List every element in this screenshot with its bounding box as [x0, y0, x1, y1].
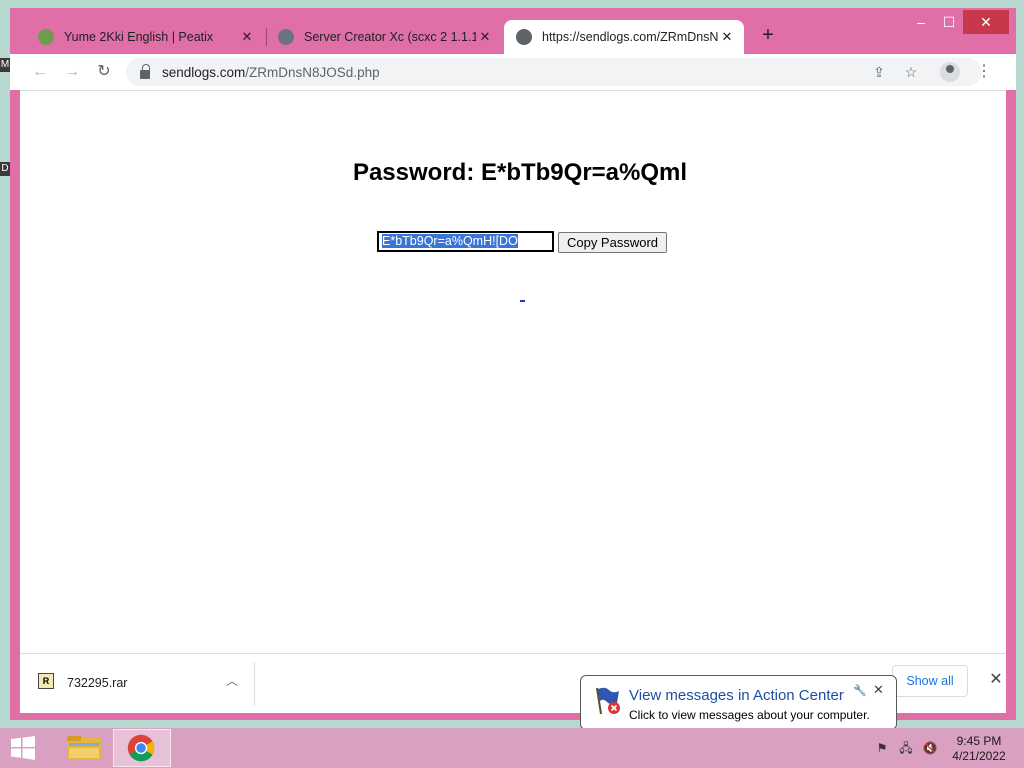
desktop-icon-edge: M [0, 58, 10, 72]
close-download-bar-icon[interactable]: ✕ [986, 670, 1006, 690]
minimize-button[interactable]: – [906, 10, 936, 34]
close-tab-icon[interactable]: ✕ [718, 29, 736, 45]
volume-muted-tray-icon[interactable]: 🔇 [922, 740, 938, 756]
balloon-title: View messages in Action Center [629, 687, 844, 704]
profile-avatar-icon[interactable] [940, 62, 960, 82]
close-balloon-icon[interactable]: ✕ [873, 682, 884, 698]
globe-icon [516, 29, 532, 45]
share-icon[interactable]: ⇪ [868, 61, 890, 83]
password-input-value: E*bTb9Qr=a%QmH![DO [382, 234, 518, 248]
clock-time: 9:45 PM [956, 734, 1002, 748]
download-file-name[interactable]: 732295.rar [67, 676, 127, 690]
bookmark-star-icon[interactable]: ☆ [900, 61, 922, 83]
lock-icon[interactable] [140, 63, 150, 79]
password-heading: Password: E*bTb9Qr=a%Qml [352, 159, 688, 186]
back-button[interactable]: ← [28, 60, 52, 84]
browser-menu-icon[interactable]: ⋮ [974, 60, 994, 84]
password-input[interactable]: E*bTb9Qr=a%QmH![DO [377, 231, 554, 252]
page-dot-mark [520, 300, 525, 302]
chrome-icon [127, 734, 155, 762]
tab-sendlogs[interactable]: https://sendlogs.com/ZRmDnsN8JOSd.php ✕ [504, 20, 744, 54]
windows-start-icon[interactable] [10, 736, 36, 760]
address-bar[interactable]: sendlogs.com/ZRmDnsN8JOSd.php ⇪ ☆ [126, 58, 982, 86]
close-tab-icon[interactable]: ✕ [476, 29, 494, 45]
copy-password-button[interactable]: Copy Password [558, 232, 667, 253]
address-url[interactable]: sendlogs.com/ZRmDnsN8JOSd.php [162, 65, 380, 80]
maximize-button[interactable]: ☐ [934, 10, 964, 34]
action-center-flag-icon [596, 687, 620, 715]
tab-strip: Yume 2Kki English | Peatix ✕ Server Crea… [10, 8, 1016, 54]
close-tab-icon[interactable]: ✕ [238, 29, 256, 45]
balloon-message: Click to view messages about your comput… [629, 708, 870, 722]
new-tab-button[interactable]: + [758, 25, 778, 46]
taskbar-clock[interactable]: 9:45 PM 4/21/2022 [948, 734, 1010, 764]
wrench-icon[interactable]: 🔧 [853, 684, 867, 697]
taskbar: ⚑ 🖧 🔇 9:45 PM 4/21/2022 [0, 728, 1024, 768]
action-center-balloon[interactable]: View messages in Action Center Click to … [580, 675, 897, 730]
chrome-taskbar-button[interactable] [113, 729, 171, 767]
action-center-flag-tray-icon[interactable]: ⚑ [874, 740, 890, 756]
tab-title: https://sendlogs.com/ZRmDnsN8JOSd.php [542, 30, 718, 44]
url-path: /ZRmDnsN8JOSd.php [245, 64, 380, 80]
peatix-favicon-icon [38, 29, 54, 45]
tab-title: Yume 2Kki English | Peatix [64, 30, 214, 44]
close-window-button[interactable]: ✕ [963, 10, 1009, 34]
browser-toolbar: ← → ↻ sendlogs.com/ZRmDnsN8JOSd.php ⇪ ☆ … [10, 54, 1016, 90]
folder-icon [67, 736, 101, 760]
globe-icon [278, 29, 294, 45]
url-domain: sendlogs.com [162, 64, 246, 80]
page-content: Password: E*bTb9Qr=a%Qml E*bTb9Qr=a%QmH!… [20, 90, 1006, 653]
file-explorer-taskbar-button[interactable] [56, 729, 114, 767]
reload-button[interactable]: ↻ [92, 60, 116, 84]
tab-yume-2kki[interactable]: Yume 2Kki English | Peatix ✕ [26, 20, 264, 54]
tab-server-creator[interactable]: Server Creator Xc (scxc 2 1.1.1.3 ✕ [266, 20, 502, 54]
forward-button[interactable]: → [60, 60, 84, 84]
show-all-button[interactable]: Show all [892, 665, 968, 697]
desktop-icon-edge-2: D [0, 162, 10, 176]
network-tray-icon[interactable]: 🖧 [898, 740, 914, 756]
browser-window: Yume 2Kki English | Peatix ✕ Server Crea… [10, 8, 1016, 720]
tab-title: Server Creator Xc (scxc 2 1.1.1.3 [304, 30, 476, 44]
download-separator [254, 662, 255, 706]
clock-date: 4/21/2022 [952, 749, 1006, 763]
chevron-up-icon[interactable]: ︿ [224, 673, 240, 689]
rar-file-icon: R [38, 673, 54, 689]
